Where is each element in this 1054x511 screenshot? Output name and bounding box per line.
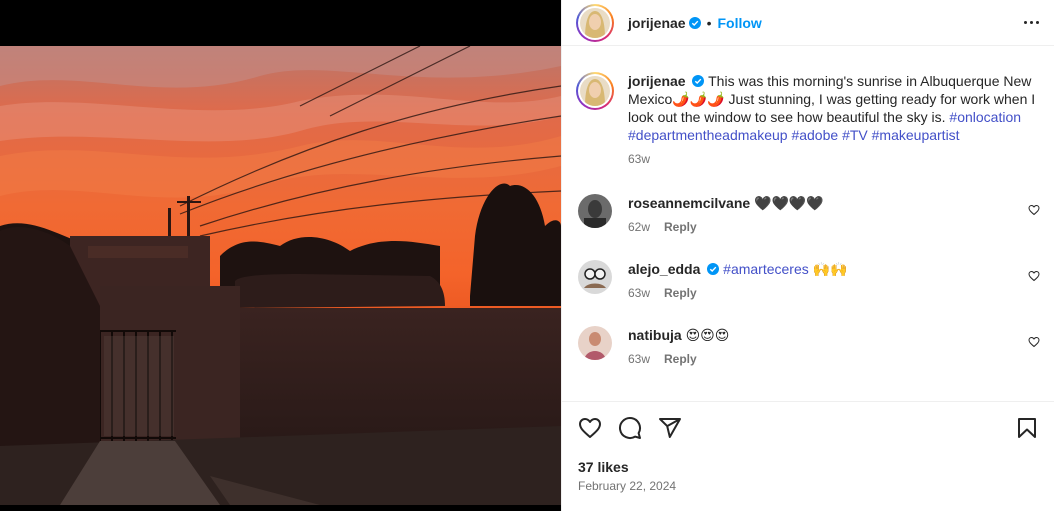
commenter-username[interactable]: natibuja xyxy=(628,327,682,343)
comment-icon[interactable] xyxy=(618,416,642,440)
likes-count[interactable]: 37 likes xyxy=(578,459,629,475)
bookmark-icon[interactable] xyxy=(1015,416,1039,440)
comment-item: roseannemcilvane 🖤🖤🖤🖤 62w Reply xyxy=(576,194,1046,236)
reply-button[interactable]: Reply xyxy=(664,284,697,302)
more-icon[interactable] xyxy=(1021,14,1041,30)
post-caption: jorijenae This was this morning's sunris… xyxy=(576,72,1046,168)
hashtag-link[interactable]: #TV xyxy=(842,127,868,143)
follow-button[interactable]: Follow xyxy=(718,15,762,31)
comment-emoji: 🙌🙌 xyxy=(812,261,848,277)
caption-avatar[interactable] xyxy=(576,72,614,110)
post-date[interactable]: February 22, 2024 xyxy=(578,479,676,493)
heart-icon[interactable] xyxy=(578,416,602,440)
commenter-avatar[interactable] xyxy=(578,194,612,228)
comment-item: natibuja 😍😍😍 63w Reply xyxy=(576,326,1046,368)
caption-time[interactable]: 63w xyxy=(628,150,650,168)
comment-text: 😍😍😍 xyxy=(685,327,730,343)
comment-time[interactable]: 63w xyxy=(628,284,650,302)
post-media[interactable] xyxy=(0,0,561,511)
heart-small-icon[interactable] xyxy=(1028,204,1040,216)
verified-icon xyxy=(707,263,720,275)
sunrise-photo xyxy=(0,46,561,505)
author-username[interactable]: jorijenae xyxy=(628,15,686,31)
heart-small-icon[interactable] xyxy=(1028,270,1040,282)
caption-emoji: 🌶️🌶️🌶️ xyxy=(672,91,725,107)
hashtag-link[interactable]: #departmentheadmakeup xyxy=(628,127,788,143)
reply-button[interactable]: Reply xyxy=(664,218,697,236)
comments-section[interactable]: jorijenae This was this morning's sunris… xyxy=(562,54,1054,400)
hashtag-link[interactable]: #amarteceres xyxy=(723,261,809,277)
comment-time[interactable]: 62w xyxy=(628,218,650,236)
post-sidebar: jorijenae • Follow jorijenae This was th… xyxy=(561,0,1054,511)
author-avatar[interactable] xyxy=(576,3,614,42)
comment-time[interactable]: 63w xyxy=(628,350,650,368)
hashtag-link[interactable]: #adobe xyxy=(791,127,838,143)
header-separator: • xyxy=(706,14,712,31)
commenter-avatar[interactable] xyxy=(578,326,612,360)
comment-text: 🖤🖤🖤🖤 xyxy=(754,195,824,211)
share-icon[interactable] xyxy=(658,416,682,440)
hashtag-link[interactable]: #makeupartist xyxy=(872,127,960,143)
caption-username[interactable]: jorijenae xyxy=(628,73,686,89)
comment-item: alejo_edda #amarteceres 🙌🙌 63w Reply xyxy=(576,260,1046,302)
commenter-username[interactable]: roseannemcilvane xyxy=(628,195,750,211)
heart-small-icon[interactable] xyxy=(1028,336,1040,348)
commenter-username[interactable]: alejo_edda xyxy=(628,261,700,277)
hashtag-link[interactable]: #onlocation xyxy=(949,109,1021,125)
post-header: jorijenae • Follow xyxy=(562,0,1054,46)
verified-icon xyxy=(692,75,705,87)
reply-button[interactable]: Reply xyxy=(664,350,697,368)
instagram-post: jorijenae • Follow jorijenae This was th… xyxy=(0,0,1054,511)
verified-icon xyxy=(688,16,701,29)
commenter-avatar[interactable] xyxy=(578,260,612,294)
post-actions: 37 likes February 22, 2024 xyxy=(562,401,1054,511)
